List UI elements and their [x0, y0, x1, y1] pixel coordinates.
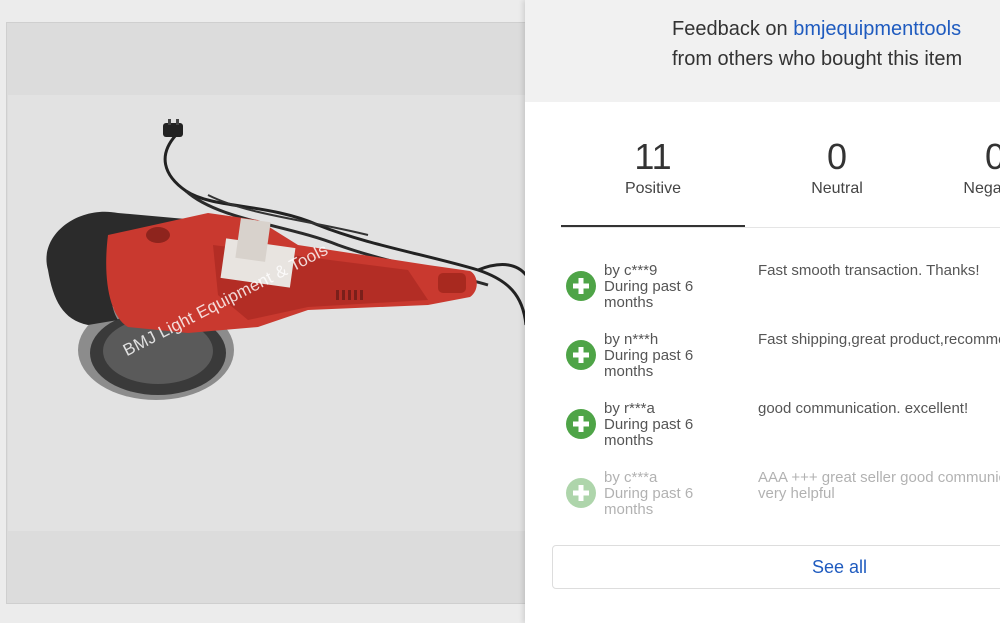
feedback-item: by c***a During past 6 months AAA +++ gr… — [566, 470, 1000, 533]
product-photo[interactable]: BMJ Light Equipment & Tools — [8, 95, 528, 531]
feedback-panel: Feedback on bmjequipmenttools from other… — [525, 0, 1000, 623]
feedback-period: During past 6 — [604, 278, 694, 295]
feedback-user: by c***9 — [604, 262, 658, 279]
feedback-period-cont: months — [604, 294, 654, 311]
feedback-comment: good communication. excellent! — [758, 401, 1000, 417]
feedback-meta: by c***9 During past 6 months — [604, 263, 734, 311]
feedback-comment-line: Fast shipping,great product,recommend — [758, 331, 1000, 348]
feedback-meta: by r***a During past 6 months — [604, 401, 734, 449]
tab-negative[interactable]: 0 Negative — [955, 137, 1000, 198]
feedback-user: by c***a — [604, 469, 658, 486]
active-tab-indicator — [561, 225, 745, 227]
feedback-period: During past 6 — [604, 485, 694, 502]
feedback-item: by n***h During past 6 months Fast shipp… — [566, 332, 1000, 395]
positive-plus-icon — [566, 271, 596, 301]
positive-plus-icon — [566, 409, 596, 439]
neutral-label: Neutral — [811, 180, 863, 197]
feedback-meta: by c***a During past 6 months — [604, 470, 734, 518]
negative-count: 0 — [984, 136, 1000, 177]
feedback-period-cont: months — [604, 501, 654, 518]
feedback-item: by r***a During past 6 months good commu… — [566, 401, 996, 464]
positive-count: 11 — [634, 136, 672, 177]
feedback-comment-line: AAA +++ great seller good communication — [758, 469, 1000, 486]
feedback-period-cont: months — [604, 432, 654, 449]
tab-positive[interactable]: 11 Positive — [613, 137, 693, 198]
negative-label: Negative — [963, 180, 1000, 197]
feedback-comment: Fast smooth transaction. Thanks! — [758, 263, 1000, 279]
feedback-comment-line: good communication. excellent! — [758, 400, 969, 417]
feedback-title-prefix: Feedback on — [672, 18, 794, 40]
product-image-card: BMJ Light Equipment & Tools — [6, 22, 546, 604]
positive-label: Positive — [624, 180, 682, 197]
feedback-header: Feedback on bmjequipmenttools from other… — [525, 0, 1000, 102]
tab-divider — [561, 227, 1000, 228]
positive-plus-icon — [566, 340, 596, 370]
neutral-count: 0 — [826, 136, 848, 177]
feedback-meta: by n***h During past 6 months — [604, 332, 734, 380]
seller-link[interactable]: bmjequipmenttools — [793, 18, 961, 40]
feedback-comment: Fast shipping,great product,recommend — [758, 332, 1000, 348]
feedback-item: by c***9 During past 6 months Fast smoot… — [566, 263, 996, 326]
feedback-user: by n***h — [604, 331, 659, 348]
tab-neutral[interactable]: 0 Neutral — [797, 137, 877, 198]
feedback-comment-line: Fast smooth transaction. Thanks! — [758, 262, 980, 279]
see-all-button[interactable]: See all — [552, 545, 1000, 589]
feedback-user: by r***a — [604, 400, 655, 417]
polisher-illustration — [46, 119, 528, 400]
feedback-comment: AAA +++ great seller good communication … — [758, 470, 1000, 502]
feedback-period: During past 6 — [604, 416, 694, 433]
feedback-title: Feedback on bmjequipmenttools — [672, 18, 961, 41]
feedback-period-cont: months — [604, 363, 654, 380]
feedback-comment-line: very helpful — [758, 485, 835, 502]
feedback-period: During past 6 — [604, 347, 694, 364]
positive-plus-icon — [566, 478, 596, 508]
feedback-subtitle: from others who bought this item — [672, 48, 963, 70]
see-all-label: See all — [812, 557, 868, 577]
